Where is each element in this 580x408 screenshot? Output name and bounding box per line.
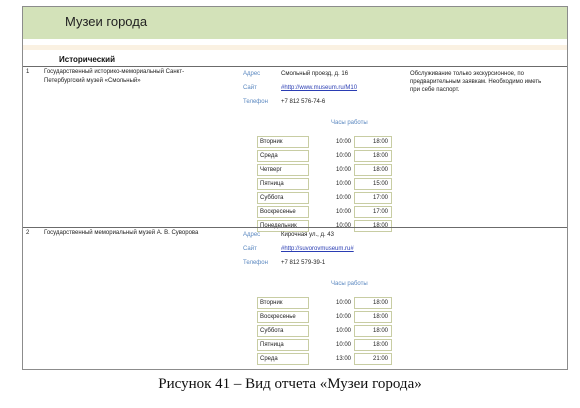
schedule-row: Пятница 10:00 18:00 <box>257 339 392 351</box>
close-time: 18:00 <box>354 311 392 323</box>
report-frame: Музеи города Исторический 1 Государствен… <box>22 6 568 370</box>
open-time: 10:00 <box>335 167 351 173</box>
site-label: Сайт <box>243 246 257 252</box>
close-time: 17:00 <box>354 206 392 218</box>
record-divider <box>23 227 567 228</box>
schedule-row: Суббота 10:00 17:00 <box>257 192 392 204</box>
phone-value: +7 812 576-74-6 <box>281 99 326 105</box>
day-cell: Среда <box>257 150 309 162</box>
open-time: 10:00 <box>335 181 351 187</box>
address-value: Кирочная ул., д. 43 <box>281 232 334 238</box>
schedule-row: Среда 13:00 21:00 <box>257 353 392 365</box>
address-label: Адрес <box>243 232 261 238</box>
phone-label: Телефон <box>243 99 268 105</box>
day-cell: Среда <box>257 353 309 365</box>
close-time: 15:00 <box>354 178 392 190</box>
address-label: Адрес <box>243 71 261 77</box>
open-time: 10:00 <box>335 209 351 215</box>
record-number: 1 <box>26 69 30 75</box>
open-time: 13:00 <box>335 356 351 362</box>
figure-caption: Рисунок 41 – Вид отчета «Музеи города» <box>158 376 422 392</box>
open-time: 10:00 <box>335 328 351 334</box>
day-cell: Воскресенье <box>257 311 309 323</box>
hours-heading: Часы работы <box>331 120 368 126</box>
schedule-row: Суббота 10:00 18:00 <box>257 325 392 337</box>
close-time: 21:00 <box>354 353 392 365</box>
museum-note: Обслуживание только экскурсионное, по пр… <box>410 70 560 94</box>
day-cell: Суббота <box>257 192 309 204</box>
hours-heading: Часы работы <box>331 281 368 287</box>
note-line: предварительным заявкам. Необходимо имет… <box>410 79 542 85</box>
close-time: 18:00 <box>354 136 392 148</box>
site-link[interactable]: #http://www.museum.ru/M10 <box>281 85 357 91</box>
day-cell: Воскресенье <box>257 206 309 218</box>
site-label: Сайт <box>243 85 257 91</box>
open-time: 10:00 <box>335 314 351 320</box>
day-cell: Вторник <box>257 136 309 148</box>
day-cell: Пятница <box>257 339 309 351</box>
close-time: 18:00 <box>354 325 392 337</box>
day-cell: Суббота <box>257 325 309 337</box>
phone-value: +7 812 579-39-1 <box>281 260 326 266</box>
schedule-row: Пятница 10:00 15:00 <box>257 178 392 190</box>
header-strip <box>23 45 567 50</box>
schedule-row: Среда 10:00 18:00 <box>257 150 392 162</box>
open-time: 10:00 <box>335 342 351 348</box>
report-title: Музеи города <box>65 14 148 29</box>
schedule-row: Вторник 10:00 18:00 <box>257 297 392 309</box>
close-time: 18:00 <box>354 220 392 232</box>
close-time: 18:00 <box>354 150 392 162</box>
schedule-table: Вторник 10:00 18:00 Воскресенье 10:00 18:00 … <box>257 295 392 367</box>
phone-label: Телефон <box>243 260 268 266</box>
museum-name-line: Государственный историко-мемориальный Са… <box>44 69 185 75</box>
address-value: Смольный проезд, д. 16 <box>281 71 349 77</box>
schedule-table: Вторник 10:00 18:00 Среда 10:00 18:00 Четвер… <box>257 134 392 234</box>
site-link[interactable]: #http://suvorovmuseum.ru# <box>281 246 354 252</box>
record-number: 2 <box>26 230 30 236</box>
record-divider <box>23 66 567 67</box>
day-cell: Четверг <box>257 164 309 176</box>
schedule-row: Воскресенье 10:00 17:00 <box>257 206 392 218</box>
open-time: 10:00 <box>335 223 351 229</box>
museum-name-line: Петербургский музей «Смольный» <box>44 78 141 84</box>
schedule-row: Воскресенье 10:00 18:00 <box>257 311 392 323</box>
schedule-row: Понедельник 10:00 18:00 <box>257 220 392 232</box>
day-cell: Понедельник <box>257 220 309 232</box>
report-header: Музеи города <box>23 7 567 39</box>
museum-name-line: Государственный мемориальный музей А. В.… <box>44 230 199 236</box>
schedule-row: Четверг 10:00 18:00 <box>257 164 392 176</box>
close-time: 18:00 <box>354 164 392 176</box>
schedule-row: Вторник 10:00 18:00 <box>257 136 392 148</box>
open-time: 10:00 <box>335 300 351 306</box>
open-time: 10:00 <box>335 139 351 145</box>
day-cell: Вторник <box>257 297 309 309</box>
day-cell: Пятница <box>257 178 309 190</box>
note-line: Обслуживание только экскурсионное, по <box>410 71 524 77</box>
open-time: 10:00 <box>335 153 351 159</box>
close-time: 17:00 <box>354 192 392 204</box>
note-line: при себе паспорт. <box>410 87 460 93</box>
close-time: 18:00 <box>354 339 392 351</box>
close-time: 18:00 <box>354 297 392 309</box>
category-heading: Исторический <box>59 55 115 64</box>
open-time: 10:00 <box>335 195 351 201</box>
